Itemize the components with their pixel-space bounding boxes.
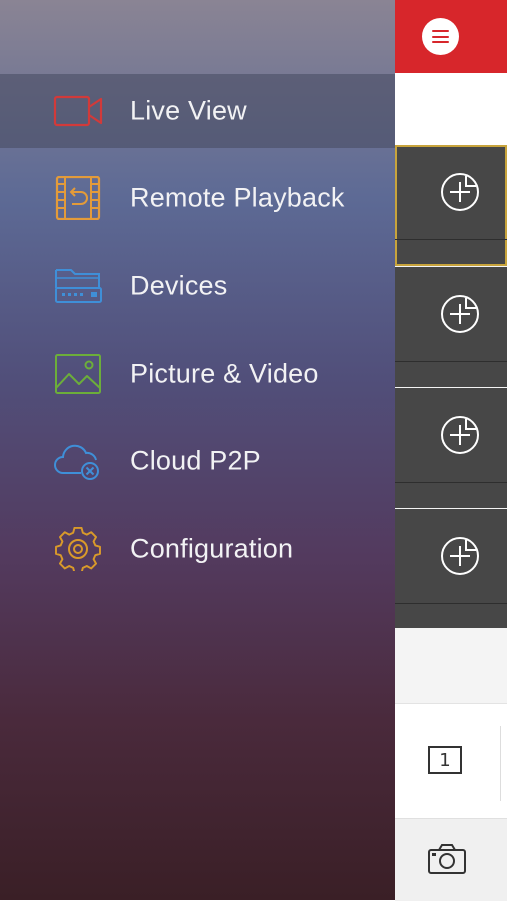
live-view-panel: 1	[395, 0, 507, 901]
menu-label: Picture & Video	[130, 358, 319, 389]
top-bar	[395, 0, 507, 73]
menu-item-picture-video[interactable]: Picture & Video	[0, 337, 395, 411]
add-camera-icon[interactable]	[439, 535, 481, 577]
add-camera-icon[interactable]	[439, 293, 481, 335]
capture-camera-icon[interactable]	[427, 843, 467, 875]
menu-toggle-button[interactable]	[422, 18, 459, 55]
add-camera-icon[interactable]	[439, 414, 481, 456]
hamburger-icon	[432, 30, 449, 32]
cloud-icon	[54, 444, 99, 480]
video-window-1[interactable]	[395, 145, 507, 266]
menu-label: Cloud P2P	[130, 445, 261, 476]
split-screen-button[interactable]: 1	[428, 746, 462, 774]
add-camera-icon[interactable]	[439, 171, 481, 213]
bottom-toolbar	[395, 818, 507, 901]
toolbar-strip	[395, 73, 507, 145]
split-screen-bar: 1	[395, 703, 507, 819]
menu-label: Devices	[130, 270, 228, 301]
menu-label: Remote Playback	[130, 182, 345, 213]
empty-area	[395, 628, 507, 703]
menu-item-devices[interactable]: Devices	[0, 249, 395, 323]
drawer-header	[0, 0, 395, 73]
menu-item-remote-playback[interactable]: Remote Playback	[0, 161, 395, 235]
video-window-2[interactable]	[395, 267, 507, 387]
menu-label: Live View	[130, 95, 247, 126]
playback-film-icon	[55, 176, 101, 220]
video-window-4[interactable]	[395, 509, 507, 628]
menu-item-live-view[interactable]: Live View	[0, 74, 395, 148]
camera-icon	[53, 95, 103, 127]
gear-icon	[55, 527, 101, 571]
picture-icon	[55, 354, 101, 394]
menu-item-configuration[interactable]: Configuration	[0, 512, 395, 586]
video-window-3[interactable]	[395, 388, 507, 508]
split-count: 1	[439, 749, 451, 771]
devices-icon	[55, 269, 102, 303]
navigation-drawer: Live View Remote Playback Devices Pictur…	[0, 0, 395, 900]
menu-label: Configuration	[130, 533, 294, 564]
menu-item-cloud-p2p[interactable]: Cloud P2P	[0, 424, 395, 498]
